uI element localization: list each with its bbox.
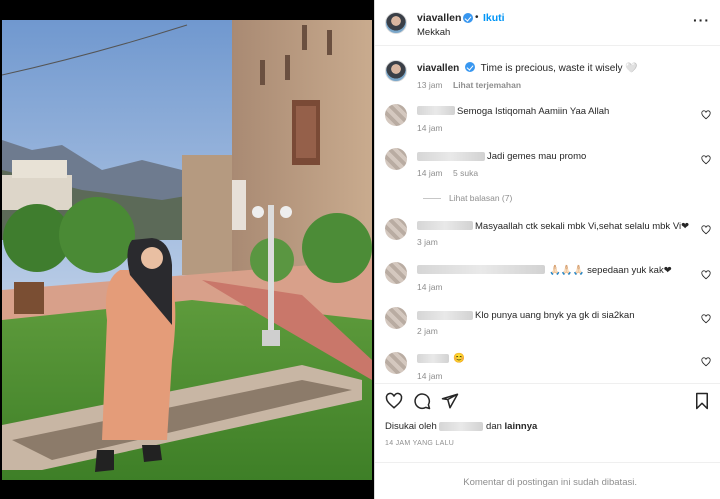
likes-connector: dan: [486, 421, 502, 432]
comment-time: 3 jam: [417, 237, 438, 247]
location-link[interactable]: Mekkah: [417, 27, 450, 38]
comment-like-heart-icon[interactable]: [701, 110, 711, 120]
comment-avatar[interactable]: [385, 104, 407, 126]
comment-text: Semoga Istiqomah Aamiin Yaa Allah: [457, 106, 610, 117]
comment-text: 😊: [453, 353, 465, 364]
comment-avatar[interactable]: [385, 148, 407, 170]
translate-link[interactable]: Lihat terjemahan: [453, 80, 521, 90]
comment-time: 14 jam: [417, 371, 443, 381]
bottom-black-band: [0, 480, 375, 499]
view-replies-link[interactable]: Lihat balasan (7): [423, 193, 512, 203]
caption: viavallen Time is precious, waste it wis…: [417, 61, 638, 74]
comment-username-blurred[interactable]: [417, 106, 455, 115]
comments-disabled-notice: Komentar di postingan ini sudah dibatasi…: [463, 477, 637, 488]
author-avatar[interactable]: [385, 12, 407, 34]
comment-username-blurred[interactable]: [417, 311, 473, 320]
follow-button[interactable]: Ikuti: [483, 12, 505, 24]
comment-username-blurred[interactable]: [417, 265, 545, 274]
comment-time: 2 jam: [417, 326, 438, 336]
comment-text: Masyaallah ctk sekali mbk Vi,sehat selal…: [475, 221, 690, 232]
comment-avatar[interactable]: [385, 262, 407, 284]
verified-badge-icon: [465, 62, 476, 72]
comment-like-heart-icon[interactable]: [701, 155, 711, 165]
comment-like-heart-icon[interactable]: [701, 314, 711, 324]
liked-by-username-blurred[interactable]: [439, 421, 484, 431]
author-username[interactable]: viavallen: [417, 12, 461, 24]
likes-others-link[interactable]: lainnya: [505, 421, 538, 432]
comment-username-blurred[interactable]: [417, 221, 473, 230]
comment-like-count[interactable]: 5 suka: [453, 168, 478, 178]
post-photo-image: [2, 20, 372, 480]
comment-avatar[interactable]: [385, 307, 407, 329]
comment-like-heart-icon[interactable]: [701, 225, 711, 235]
comment-time: 14 jam: [417, 282, 443, 292]
comments-disabled-bar: Komentar di postingan ini sudah dibatasi…: [375, 462, 720, 499]
likes-summary: Disukai oleh dan lainnya: [385, 421, 537, 432]
comment-like-heart-icon[interactable]: [701, 357, 711, 367]
comment-avatar[interactable]: [385, 218, 407, 240]
caption-time: 13 jam: [417, 80, 443, 90]
more-options-icon[interactable]: ···: [693, 12, 710, 28]
comment-time: 14 jam: [417, 123, 443, 133]
likes-prefix: Disukai oleh: [385, 421, 437, 432]
comment-icon[interactable]: [413, 392, 431, 410]
verified-badge-icon: [463, 13, 473, 23]
comment-text: Klo punya uang bnyk ya gk di sia2kan: [475, 310, 635, 321]
comment-text: Jadi gemes mau promo: [487, 151, 587, 162]
comment-like-heart-icon[interactable]: [701, 270, 711, 280]
comment-avatar[interactable]: [385, 352, 407, 374]
caption-author-avatar[interactable]: [385, 60, 407, 82]
comment-time: 14 jam: [417, 168, 443, 178]
post-details-panel: viavallen • Ikuti Mekkah ··· viavallen T…: [374, 0, 720, 499]
comment-text: 🙏🏻🙏🏻🙏🏻 sepedaan yuk kak❤: [549, 265, 672, 276]
separator-dot: •: [475, 12, 479, 23]
caption-username[interactable]: viavallen: [417, 63, 459, 74]
caption-text: Time is precious, waste it wisely 🤍: [480, 63, 638, 74]
heart-icon[interactable]: [385, 392, 403, 410]
comment-username-blurred[interactable]: [417, 354, 449, 363]
post-header: viavallen • Ikuti Mekkah ···: [375, 0, 720, 46]
post-photo[interactable]: [2, 20, 372, 480]
share-icon[interactable]: [441, 392, 459, 410]
bookmark-icon[interactable]: [693, 392, 711, 410]
post-timestamp: 14 JAM YANG LALU: [385, 440, 455, 447]
comment-username-blurred[interactable]: [417, 152, 485, 161]
